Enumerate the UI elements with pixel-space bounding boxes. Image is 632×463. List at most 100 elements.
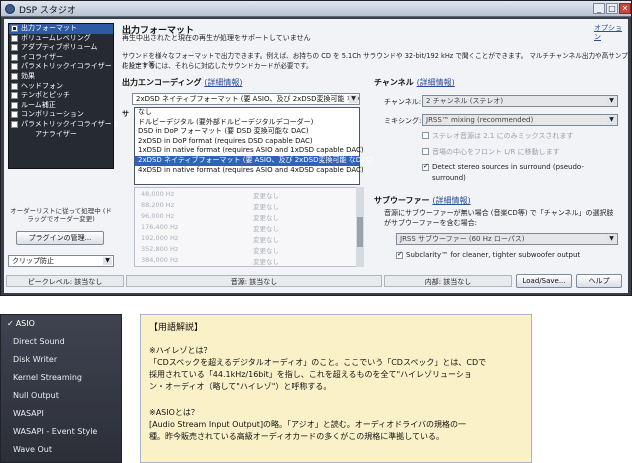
help-button[interactable]: ヘルプ — [576, 274, 622, 288]
asio-heading: ※ASIOとは？ — [149, 408, 199, 417]
load-save-button[interactable]: Load/Save... — [516, 274, 572, 288]
sample-rate-state: 変更なし — [253, 258, 279, 266]
scrollbar-thumb[interactable] — [357, 217, 363, 247]
sidebar-item[interactable]: 効果 — [9, 72, 113, 82]
channel-option-checkbox[interactable]: ステレオ音源は 2.1 にのみミックスされます — [422, 131, 573, 141]
channel-select-value: 2 チャンネル (ステレオ) — [426, 97, 504, 105]
sidebar-checkbox[interactable] — [11, 101, 18, 109]
sidebar-checkbox[interactable] — [11, 82, 18, 90]
window-client: 出力フォーマットボリュームレベリング アダプティブボリューム イコライザー パラメトリ… — [4, 19, 628, 293]
sidebar-checkbox[interactable] — [11, 111, 18, 119]
sidebar-item[interactable]: アナライザー — [9, 130, 113, 140]
plugin-manager-button[interactable]: プラグインの管理... — [16, 231, 104, 245]
output-mode-item[interactable]: ✓ ASIO — [7, 319, 35, 328]
output-mode-item[interactable]: Kernel Streaming — [13, 373, 82, 382]
table-row[interactable]: 88,200 Hz 変更なし — [135, 201, 361, 211]
internal-status: 内部: 該当なし — [384, 275, 512, 287]
dsp-studio-window: DSP スタジオ _ □ ✕ 出力フォーマットボリュームレベリング アダプティブボ… — [0, 0, 632, 296]
sample-rate-state: 変更なし — [253, 203, 279, 211]
sidebar-item-label: アナライザー — [35, 129, 77, 138]
sample-rate-scrollbar[interactable] — [356, 187, 364, 267]
clip-protection-select[interactable]: クリップ防止 ▼ — [8, 255, 114, 267]
sidebar-checkbox[interactable] — [11, 120, 18, 128]
output-mode-item[interactable]: WASAPI — [13, 409, 44, 418]
sidebar-item[interactable]: 出力フォーマット — [9, 24, 113, 34]
options-link[interactable]: オプション — [594, 24, 628, 42]
output-mode-item[interactable]: Wave Out — [13, 445, 52, 454]
sample-rate-table[interactable]: 48,000 Hz 変更なし 88,200 Hz 変更なし 96,000 Hz 変更なし 1… — [134, 187, 362, 267]
status-bar: ピークレベル: 該当なし 音源: 該当なし 内部: 該当なし Load/Save… — [4, 273, 628, 289]
output-mode-item[interactable]: Null Output — [13, 391, 59, 400]
sidebar-checkbox[interactable] — [11, 72, 18, 80]
channel-select[interactable]: 2 チャンネル (ステレオ) ▼ — [422, 95, 618, 107]
close-button[interactable]: ✕ — [619, 3, 631, 14]
maximize-button[interactable]: □ — [606, 3, 618, 14]
output-mode-label: WASAPI - Event Style — [13, 427, 98, 436]
table-row[interactable]: 192,000 Hz 変更なし — [135, 234, 361, 244]
encoding-select[interactable]: 2xDSD ネイティブフォーマット (要 ASIO、及び 2xDSD変換可能 な… — [132, 93, 360, 105]
encoding-info-link[interactable]: (詳細情報) — [204, 78, 242, 87]
channel-heading-label: チャンネル — [374, 78, 414, 87]
sidebar-item-label: テンポとピッチ — [21, 91, 70, 100]
title-bar[interactable]: DSP スタジオ _ □ ✕ — [1, 1, 631, 17]
encoding-option[interactable]: 2xDSD ネイティブフォーマット (要 ASIO、及び 2xDSD変換可能 な… — [135, 155, 373, 166]
sidebar-checkbox[interactable] — [11, 92, 18, 100]
sidebar-item-label: 出力フォーマット — [21, 24, 77, 32]
sidebar-checkbox[interactable] — [11, 44, 18, 52]
output-mode-item[interactable]: Direct Sound — [13, 337, 65, 346]
sidebar-item-label: 効果 — [21, 71, 35, 80]
checkbox-box[interactable] — [422, 148, 429, 155]
sidebar-item[interactable]: パラメトリックイコライザー 2 — [9, 120, 118, 130]
output-mode-label: Direct Sound — [13, 337, 65, 346]
window-title: DSP スタジオ — [19, 6, 76, 16]
sidebar-item[interactable]: ルーム補正 — [9, 101, 113, 111]
surround-continuation: surround) — [432, 174, 466, 182]
subwoofer-heading-label: サブウーファー — [374, 196, 430, 205]
channel-info-link[interactable]: (詳細情報) — [417, 78, 455, 87]
subwoofer-heading: サブウーファー (詳細情報) — [374, 195, 471, 206]
channel-option-checkbox[interactable]: 音場の中心をフロント L/R に移動します — [422, 147, 560, 157]
checkbox-box[interactable] — [422, 132, 429, 139]
sidebar-checkbox[interactable] — [11, 34, 18, 42]
subclarity-checkbox[interactable]: Subclarity™ for cleaner, tighter subwoof… — [396, 250, 580, 259]
sidebar-checkbox[interactable] — [11, 63, 18, 71]
sidebar-checkbox[interactable] — [11, 53, 18, 61]
hires-heading: ※ハイレゾとは？ — [149, 346, 212, 355]
table-row[interactable]: 48,000 Hz 変更なし — [135, 190, 361, 200]
encoding-option[interactable]: 1xDSD in native format (requires ASIO an… — [135, 146, 364, 156]
encoding-option[interactable]: 4xDSD in native format (requires ASIO an… — [135, 166, 364, 176]
encoding-option[interactable]: DSD in DoP フォーマット (要 DSD 変換可能な DAC) — [135, 127, 359, 137]
encoding-option[interactable]: ドルビーデジタル (要外部ドルビーデジタルデコーダー) — [135, 118, 359, 128]
checkbox-box[interactable] — [422, 162, 429, 171]
encoding-option[interactable]: 2xDSD in DoP format (requires DSD capabl… — [135, 137, 359, 147]
channel-heading: チャンネル (詳細情報) — [374, 77, 455, 88]
sample-rate-label: サ — [122, 110, 129, 118]
sidebar-item[interactable]: ヘッドフォン — [9, 82, 113, 92]
output-mode-item[interactable]: Disk Writer — [13, 355, 57, 364]
checkbox-box[interactable] — [396, 250, 403, 259]
options-link-text[interactable]: オプション — [594, 24, 622, 41]
channel-option-checkbox[interactable]: Detect stereo sources in surround (pseud… — [422, 162, 584, 171]
sidebar-item[interactable]: ボリュームレベリング — [9, 34, 113, 44]
output-mode-item[interactable]: WASAPI - Event Style — [13, 427, 97, 436]
sidebar-item[interactable]: イコライザー — [9, 53, 113, 63]
minimize-button[interactable]: _ — [593, 3, 605, 14]
table-row[interactable]: 384,000 Hz 変更なし — [135, 256, 361, 266]
page-subtitle: 再生中出されたと現在の再生が処理をサポートしていません — [122, 34, 311, 42]
table-row[interactable]: 352,800 Hz 変更なし — [135, 245, 361, 255]
table-row[interactable]: 176,400 Hz 変更なし — [135, 223, 361, 233]
encoding-option[interactable]: なし — [135, 108, 359, 118]
sample-rate-freq: 192,000 Hz — [141, 234, 179, 242]
table-row[interactable]: 96,000 Hz 変更なし — [135, 212, 361, 222]
mixing-select[interactable]: JRSS™ mixing (recommended) ▼ — [422, 114, 618, 126]
sidebar-item[interactable]: コンボリューション — [9, 110, 113, 120]
sidebar-item[interactable]: アダプティブボリューム — [9, 43, 113, 53]
encoding-dropdown-list[interactable]: なし ドルビーデジタル (要外部ドルビーデジタルデコーダー) DSD in DoP … — [134, 107, 373, 185]
sidebar-item[interactable]: テンポとピッチ — [9, 91, 113, 101]
subwoofer-info-link[interactable]: (詳細情報) — [432, 196, 470, 205]
sidebar-checkbox[interactable] — [11, 25, 18, 32]
sample-rate-state: 変更なし — [253, 247, 279, 255]
sidebar-item-label: パラメトリックイコライザー — [21, 62, 112, 71]
sidebar-item[interactable]: パラメトリックイコライザー — [9, 62, 113, 72]
subwoofer-select[interactable]: JRSS サブウーファー (60 Hz ローパス) ▼ — [396, 233, 618, 245]
